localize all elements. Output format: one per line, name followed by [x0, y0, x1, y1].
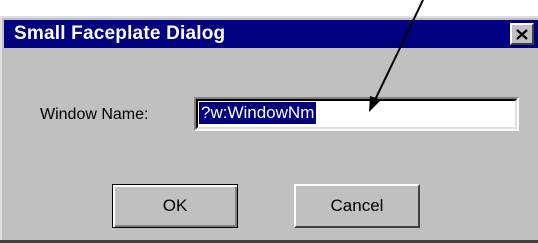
dialog-window: Small Faceplate Dialog Window Name: ?w:W… — [0, 16, 538, 243]
cancel-button[interactable]: Cancel — [294, 184, 420, 228]
title-bar[interactable]: Small Faceplate Dialog — [4, 20, 538, 48]
window-name-input[interactable]: ?w:WindowNm — [194, 97, 519, 131]
ok-button-label: OK — [162, 196, 188, 215]
cancel-button-label: Cancel — [330, 196, 384, 215]
window-name-label: Window Name: — [40, 106, 149, 123]
dialog-title: Small Faceplate Dialog — [14, 23, 226, 44]
close-button[interactable] — [510, 23, 534, 45]
window-name-value[interactable]: ?w:WindowNm — [197, 101, 318, 125]
ok-button[interactable]: OK — [112, 184, 238, 228]
close-icon — [516, 28, 528, 40]
